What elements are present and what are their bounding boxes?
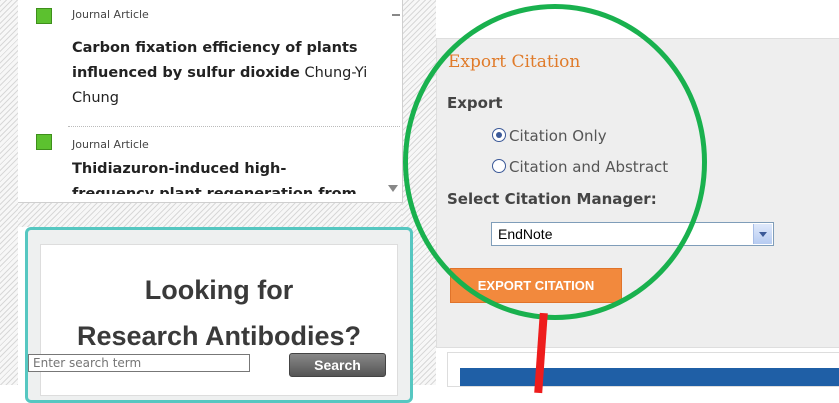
hatched-left-margin bbox=[0, 0, 18, 385]
ad-headline-line-2: Research Antibodies? bbox=[76, 321, 362, 351]
ad-search-input[interactable] bbox=[28, 354, 250, 372]
chevron-down-icon[interactable] bbox=[753, 224, 772, 244]
ad-search-button[interactable]: Search bbox=[289, 353, 386, 377]
article-title[interactable]: Carbon fixation efficiency of plants inf… bbox=[72, 36, 390, 111]
highlight-circle-annotation bbox=[403, 4, 707, 320]
article-title-line-2[interactable]: frequency plant regeneration from bbox=[72, 182, 390, 194]
article-type-swatch bbox=[36, 8, 52, 24]
bottom-banner bbox=[447, 352, 839, 387]
bottom-banner-graphic bbox=[460, 368, 839, 386]
article-type-swatch bbox=[36, 134, 52, 150]
ad-headline-line-1: Looking for bbox=[144, 275, 294, 305]
hatched-separator bbox=[18, 202, 402, 227]
scroll-up-icon[interactable] bbox=[392, 14, 400, 16]
article-type-label: Journal Article bbox=[72, 138, 149, 151]
article-type-label: Journal Article bbox=[72, 8, 149, 21]
scroll-down-arrow-icon[interactable] bbox=[388, 185, 398, 192]
article-title[interactable]: Thidiazuron-induced high- frequency plan… bbox=[72, 157, 390, 194]
journal-article-list[interactable]: Journal Article Carbon fixation efficien… bbox=[18, 0, 403, 203]
article-divider bbox=[68, 126, 400, 127]
article-title-line-1[interactable]: Thidiazuron-induced high- bbox=[72, 157, 390, 182]
